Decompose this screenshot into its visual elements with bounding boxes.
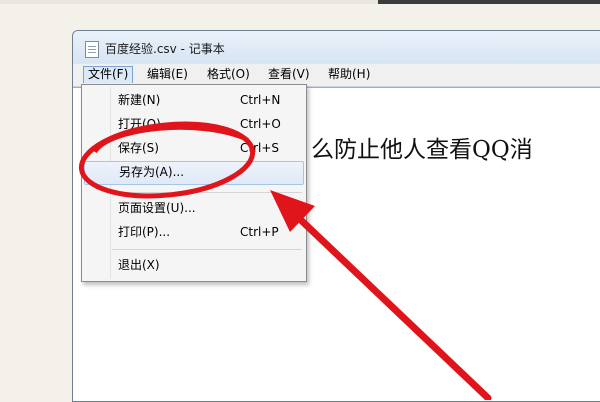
background-strip-dark — [378, 0, 600, 4]
window-title: 百度经验.csv - 记事本 — [105, 42, 225, 56]
menu-item-save-as[interactable]: 另存为(A)... — [84, 161, 304, 185]
menu-file[interactable]: 文件(F) — [83, 66, 134, 83]
background-strip — [0, 0, 600, 4]
title-bar[interactable]: 百度经验.csv - 记事本 — [73, 31, 600, 63]
menu-item-new[interactable]: 新建(N) Ctrl+N — [84, 89, 304, 111]
menu-item-label: 打印(P)... — [118, 225, 171, 239]
menu-help[interactable]: 帮助(H) — [324, 66, 374, 83]
menu-item-page-setup[interactable]: 页面设置(U)... — [84, 197, 304, 219]
menu-format[interactable]: 格式(O) — [203, 66, 254, 83]
menu-edit[interactable]: 编辑(E) — [143, 66, 192, 83]
menu-separator — [112, 192, 302, 193]
file-dropdown-menu: 新建(N) Ctrl+N 打开(O) Ctrl+O 保存(S) Ctrl+S 另… — [81, 84, 307, 282]
menu-item-shortcut: Ctrl+O — [240, 117, 281, 131]
menu-separator — [112, 249, 302, 250]
menu-item-open[interactable]: 打开(O) Ctrl+O — [84, 113, 304, 135]
menu-item-shortcut: Ctrl+N — [240, 93, 281, 107]
menu-item-exit[interactable]: 退出(X) — [84, 254, 304, 276]
document-text: 么防止他人查看QQ消 — [311, 137, 533, 163]
menu-item-label: 新建(N) — [118, 93, 161, 107]
menu-item-label: 退出(X) — [118, 258, 160, 272]
menu-item-label: 另存为(A)... — [119, 165, 185, 179]
menu-item-print[interactable]: 打印(P)... Ctrl+P — [84, 221, 304, 243]
menu-item-save[interactable]: 保存(S) Ctrl+S — [84, 137, 304, 159]
menu-view[interactable]: 查看(V) — [264, 66, 314, 83]
menu-item-label: 页面设置(U)... — [118, 201, 196, 215]
menu-item-shortcut: Ctrl+S — [240, 141, 280, 155]
menu-item-label: 保存(S) — [118, 141, 159, 155]
notepad-icon — [85, 41, 99, 58]
menu-item-label: 打开(O) — [118, 117, 161, 131]
menu-item-shortcut: Ctrl+P — [240, 225, 279, 239]
